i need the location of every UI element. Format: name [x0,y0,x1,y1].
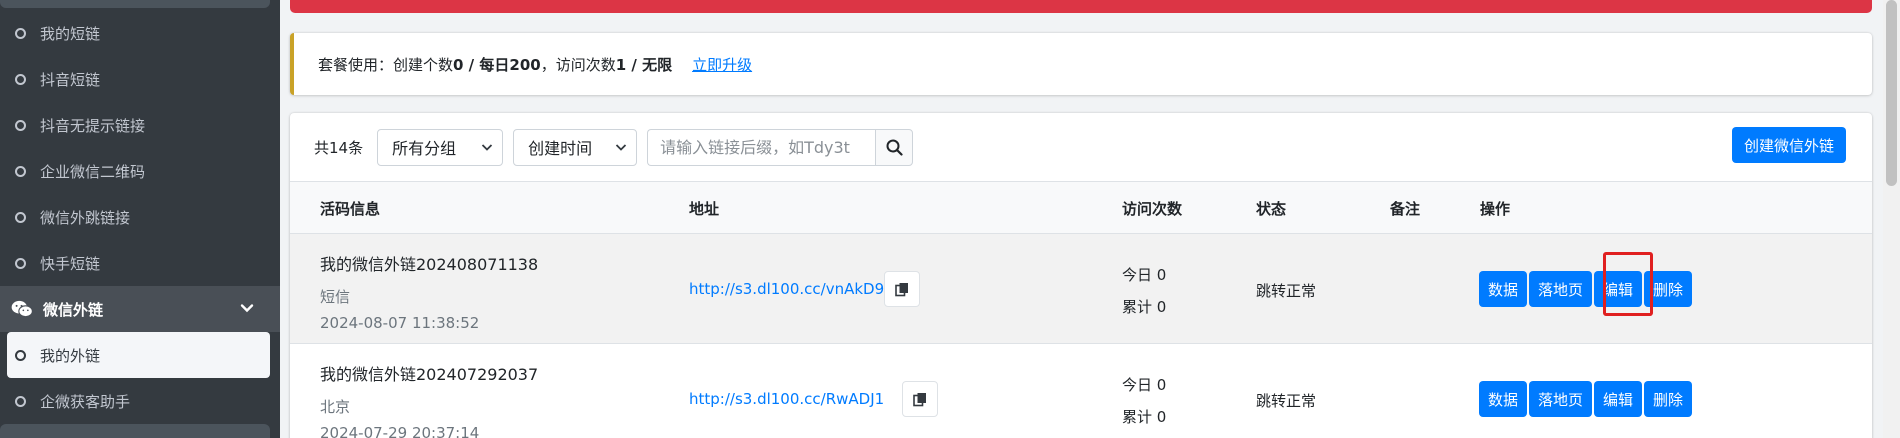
landing-page-button[interactable]: 落地页 [1529,381,1593,417]
row-actions: 数据 落地页 编辑 删除 [1479,381,1693,417]
plan-usage-mid: ，访问次数 [540,55,616,74]
sidebar-item-wechat-jump-links[interactable]: 微信外跳链接 [0,194,280,240]
landing-page-button[interactable]: 落地页 [1529,271,1593,307]
header-status: 状态 [1256,200,1287,218]
link-status: 跳转正常 [1256,392,1317,410]
link-status: 跳转正常 [1256,282,1317,300]
circle-icon [15,27,26,39]
sidebar-item-my-external-links[interactable]: 我的外链 [7,332,270,378]
scrollbar-thumb[interactable] [1886,0,1897,186]
sidebar-item-label: 微信外跳链接 [40,208,131,227]
sidebar-next-group-edge [0,424,270,438]
plan-usage-prefix: 套餐使用：创建个数 [318,55,454,74]
delete-button[interactable]: 删除 [1644,381,1693,417]
plan-visit-usage: 1 / 无限 [615,55,673,74]
header-note: 备注 [1390,200,1421,218]
group-filter-select[interactable]: 所有分组 [377,128,504,166]
search-input[interactable] [647,128,876,166]
edit-button[interactable]: 编辑 [1594,381,1643,417]
sidebar-item-label: 企业微信二维码 [40,162,146,181]
circle-icon [15,119,26,131]
total-count: 共14条 [314,138,364,157]
time-sort-value: 创建时间 [528,139,593,158]
sidebar-item-label: 我的短链 [40,24,101,43]
chevron-down-icon [481,144,493,151]
table-row: 我的微信外链202408071138 短信 2024-08-07 11:38:5… [290,234,1872,344]
sidebar-item-wecom-qrcode[interactable]: 企业微信二维码 [0,148,280,194]
header-ops: 操作 [1480,200,1511,218]
header-url: 地址 [689,200,720,218]
row-actions: 数据 落地页 编辑 删除 [1479,271,1693,307]
sidebar-item-wecom-acquisition[interactable]: 企微获客助手 [0,378,280,424]
circle-icon [15,395,26,407]
sidebar: 我的短链 抖音短链 抖音无提示链接 企业微信二维码 微信外跳链接 快手短链 微信… [0,0,280,438]
link-created-time: 2024-08-07 11:38:52 [320,314,480,332]
sidebar-item-kuaishou-shortlinks[interactable]: 快手短链 [0,240,280,286]
sidebar-item-label: 快手短链 [40,254,101,273]
time-sort-select[interactable]: 创建时间 [513,128,638,166]
header-visits: 访问次数 [1122,200,1183,218]
data-button[interactable]: 数据 [1479,381,1528,417]
link-group: 短信 [320,288,351,306]
link-name: 我的微信外链202407292037 [320,365,539,384]
sidebar-item-douyin-shortlinks[interactable]: 抖音短链 [0,56,280,102]
copy-icon [912,392,926,406]
visits-total: 累计 0 [1122,408,1167,426]
table-row: 我的微信外链202407292037 北京 2024-07-29 20:37:1… [290,344,1872,438]
upgrade-link[interactable]: 立即升级 [692,54,752,75]
page-scrollbar[interactable] [1883,0,1900,438]
circle-icon [15,257,26,269]
link-url[interactable]: http://s3.dl100.cc/vnAkD9 [689,280,884,298]
search-button[interactable] [875,128,914,166]
visits-total: 累计 0 [1122,298,1167,316]
links-list-card: 共14条 所有分组 创建时间 创建微信外链 活码信息 地址 访问次数 状态 备注… [290,113,1872,438]
link-name: 我的微信外链202408071138 [320,255,539,274]
copy-url-button[interactable] [884,271,920,307]
circle-icon [15,73,26,85]
link-created-time: 2024-07-29 20:37:14 [320,424,480,438]
sidebar-item-label: 抖音短链 [40,70,101,89]
circle-icon [15,165,26,177]
sidebar-group-label: 微信外链 [43,300,104,319]
chevron-down-icon [240,304,254,313]
sidebar-item-label: 抖音无提示链接 [40,116,146,135]
search-icon [886,139,903,156]
wechat-icon [11,300,33,318]
circle-icon [15,211,26,223]
data-button[interactable]: 数据 [1479,271,1528,307]
sidebar-item-douyin-silent-links[interactable]: 抖音无提示链接 [0,102,280,148]
table-header: 活码信息 地址 访问次数 状态 备注 操作 [290,181,1872,234]
visits-today: 今日 0 [1122,376,1167,394]
sidebar-item-label: 我的外链 [40,346,101,365]
delete-button[interactable]: 删除 [1644,271,1693,307]
sidebar-top-item-edge [0,0,270,8]
circle-icon [15,349,26,361]
group-filter-value: 所有分组 [392,139,457,158]
chevron-down-icon [615,144,627,151]
edit-button[interactable]: 编辑 [1594,271,1643,307]
visits-today: 今日 0 [1122,266,1167,284]
search-group [647,128,914,166]
sidebar-group-wechat-links[interactable]: 微信外链 [0,286,280,332]
sidebar-item-my-shortlinks[interactable]: 我的短链 [0,10,280,56]
header-info: 活码信息 [320,200,381,218]
sidebar-item-label: 企微获客助手 [40,392,131,411]
link-url[interactable]: http://s3.dl100.cc/RwADJ1 [689,390,884,408]
copy-icon [894,282,908,296]
plan-usage-card: 套餐使用：创建个数 0 / 每日200 ，访问次数 1 / 无限 立即升级 [290,33,1872,95]
plan-create-usage: 0 / 每日200 [453,55,541,74]
create-wechat-link-button[interactable]: 创建微信外链 [1731,127,1846,163]
filter-toolbar: 共14条 所有分组 创建时间 创建微信外链 [290,113,1872,181]
copy-url-button[interactable] [902,381,938,417]
alert-banner [290,0,1872,13]
link-group: 北京 [320,398,351,416]
